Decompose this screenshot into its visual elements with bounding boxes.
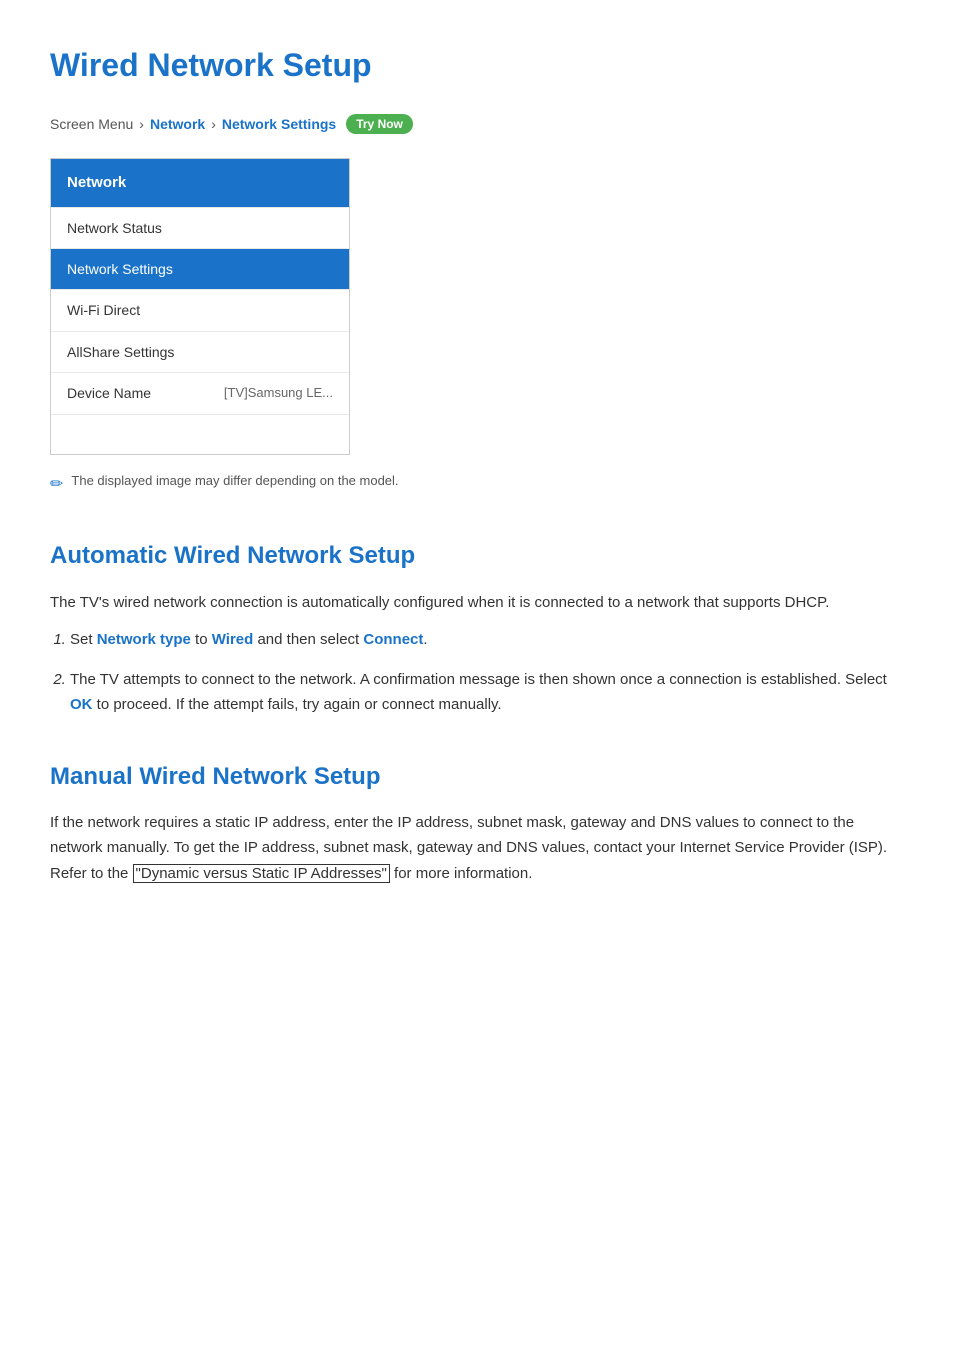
network-menu-box: Network Network Status Network Settings …	[50, 158, 350, 455]
breadcrumb-sep-2: ›	[211, 113, 216, 135]
menu-item-device-name-value: [TV]Samsung LE...	[224, 383, 333, 404]
menu-item-allshare-label: AllShare Settings	[67, 341, 174, 363]
step-1-text-middle1: to	[191, 631, 212, 648]
step-1-network-type: Network type	[97, 631, 191, 648]
automatic-steps-list: Set Network type to Wired and then selec…	[70, 627, 904, 718]
step-2-ok: OK	[70, 696, 93, 713]
menu-item-allshare[interactable]: AllShare Settings	[51, 331, 349, 372]
automatic-section-intro: The TV's wired network connection is aut…	[50, 590, 904, 616]
step-1-text-middle2: and then select	[253, 631, 363, 648]
menu-item-wifi-direct[interactable]: Wi-Fi Direct	[51, 289, 349, 330]
breadcrumb-network-settings[interactable]: Network Settings	[222, 113, 336, 135]
menu-item-network-status-label: Network Status	[67, 217, 162, 239]
menu-item-network-status[interactable]: Network Status	[51, 207, 349, 248]
breadcrumb: Screen Menu › Network › Network Settings…	[50, 113, 904, 135]
note-line: ✏ The displayed image may differ dependi…	[50, 471, 904, 498]
manual-section: Manual Wired Network Setup If the networ…	[50, 758, 904, 887]
menu-item-wifi-direct-label: Wi-Fi Direct	[67, 299, 140, 321]
manual-section-body: If the network requires a static IP addr…	[50, 810, 904, 887]
menu-spacer	[51, 414, 349, 454]
step-1-wired: Wired	[212, 631, 254, 648]
breadcrumb-network[interactable]: Network	[150, 113, 205, 135]
manual-text-after: for more information.	[390, 865, 533, 882]
pencil-icon: ✏	[50, 472, 63, 498]
step-2-text-plain: The TV attempts to connect to the networ…	[70, 671, 887, 688]
step-1: Set Network type to Wired and then selec…	[70, 627, 904, 653]
manual-section-title: Manual Wired Network Setup	[50, 758, 904, 796]
page-title: Wired Network Setup	[50, 40, 904, 91]
automatic-section-title: Automatic Wired Network Setup	[50, 537, 904, 575]
menu-header: Network	[51, 159, 349, 207]
step-1-connect: Connect	[363, 631, 423, 648]
menu-item-network-settings[interactable]: Network Settings	[51, 248, 349, 289]
try-now-button[interactable]: Try Now	[346, 114, 413, 134]
step-2-text-after: to proceed. If the attempt fails, try ag…	[93, 696, 502, 713]
breadcrumb-sep-1: ›	[139, 113, 144, 135]
note-text: The displayed image may differ depending…	[71, 471, 398, 492]
step-1-text-after: .	[423, 631, 427, 648]
dynamic-static-link[interactable]: "Dynamic versus Static IP Addresses"	[133, 864, 390, 883]
automatic-section: Automatic Wired Network Setup The TV's w…	[50, 537, 904, 717]
step-2: The TV attempts to connect to the networ…	[70, 667, 904, 718]
menu-item-device-name[interactable]: Device Name [TV]Samsung LE...	[51, 372, 349, 413]
step-1-text-before: Set	[70, 631, 97, 648]
menu-item-device-name-label: Device Name	[67, 382, 151, 404]
breadcrumb-screen-menu: Screen Menu	[50, 113, 133, 135]
menu-item-network-settings-label: Network Settings	[67, 258, 173, 280]
